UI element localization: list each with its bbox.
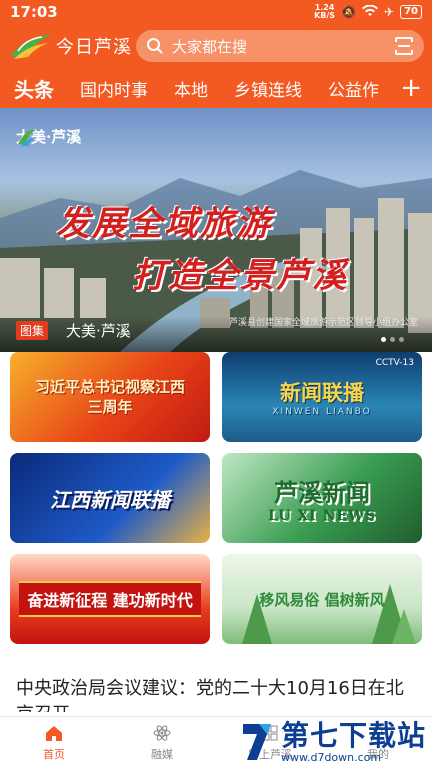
card-xi-visit-jiangxi[interactable]: 习近平总书记视察江西三周年 [10,352,210,442]
banner-headline-1: 发展全域旅游 [56,204,272,244]
logo-leaf-icon [10,35,52,59]
airplane-icon: ✈ [384,5,395,19]
banner-title: 大美·芦溪 [66,322,131,340]
carousel-dot[interactable] [390,337,395,342]
mute-icon: 🔕 [341,5,357,19]
status-time: 17:03 [10,3,58,21]
card-title: 奋进新征程 建功新时代 [19,581,201,617]
tab-charity[interactable]: 公益作 [328,76,379,101]
hero-banner[interactable]: 大美·芦溪 发展全域旅游 打造全景芦溪 芦溪县创建国家全域旅游示范区领导小组办公… [0,108,432,352]
banner-headline-2: 打造全景芦溪 [132,256,348,296]
card-title: 新闻联播 XINWEN LIANBO [272,377,371,417]
news-headline[interactable]: 中央政治局会议建议：党的二十大10月16日在北京召开 [16,676,416,712]
search-placeholder: 大家都在搜 [172,37,248,56]
card-title: 习近平总书记视察江西三周年 [35,378,186,416]
watermark-text: 第七下载站 www.d7down.com [280,718,426,764]
card-title: 移风易俗 倡树新风 [259,590,385,609]
watermark-name: 第七下载站 [280,718,426,752]
tab-township[interactable]: 乡镇连线 [234,76,302,101]
feature-cards-grid: 习近平总书记视察江西三周年 CCTV-13 新闻联播 XINWEN LIANBO… [10,352,422,644]
scan-icon[interactable] [394,36,414,56]
home-icon [46,726,62,741]
carousel-dots [381,337,404,342]
card-customs-reform[interactable]: 移风易俗 倡树新风 [222,554,422,644]
banner-caption: 芦溪县创建国家全域旅游示范区领导小组办公室 [228,318,418,328]
app-header: 今日芦溪 大家都在搜 [0,24,432,68]
card-subtitle: XINWEN LIANBO [272,407,372,417]
banner-brand: 大美·芦溪 [16,126,81,147]
watermark-logo-icon [242,724,271,760]
channel-tabs: 头条 国内时事 本地 乡镇连线 公益作 + [0,68,432,108]
card-title: 芦溪新闻 LU XI NEWS [268,473,376,524]
search-input[interactable]: 大家都在搜 [136,30,424,62]
nav-home[interactable]: 首页 [0,717,108,768]
card-title-text: 新闻联播 [279,380,364,405]
search-icon [147,38,163,54]
card-subtitle: LU XI NEWS [268,507,376,524]
battery-icon: 70 [400,5,422,19]
tab-headline[interactable]: 头条 [14,74,54,103]
card-title: 江西新闻联播 [50,487,170,512]
net-speed: 1.24 KB/S [314,3,336,20]
card-new-journey[interactable]: 奋进新征程 建功新时代 [10,554,210,644]
add-channel-icon[interactable]: + [394,74,422,102]
atom-icon [153,725,171,741]
carousel-dot[interactable] [381,337,386,342]
nav-media[interactable]: 融媒 [108,717,216,768]
banner-tag: 图集 [16,321,49,340]
watermark-url: www.d7down.com [280,750,382,764]
card-title-text: 芦溪新闻 [274,477,370,507]
tab-domestic[interactable]: 国内时事 [80,76,148,101]
nav-label: 首页 [43,748,65,761]
cctv-logo: CCTV-13 [375,358,414,368]
app-name: 今日芦溪 [56,37,132,58]
card-luxi-news[interactable]: 芦溪新闻 LU XI NEWS [222,453,422,543]
tab-local[interactable]: 本地 [174,76,208,101]
brand-mark-icon [18,129,36,146]
nav-label: 融媒 [151,748,173,761]
wifi-icon [362,4,379,20]
status-icons: 1.24 KB/S 🔕 ✈ 70 [314,4,422,20]
watermark: 第七下载站 www.d7down.com [237,720,426,764]
carousel-dot[interactable] [399,337,404,342]
app-logo: 今日芦溪 [8,28,136,64]
card-jiangxi-news[interactable]: 江西新闻联播 [10,453,210,543]
card-xinwen-lianbo[interactable]: CCTV-13 新闻联播 XINWEN LIANBO [222,352,422,442]
status-bar: 17:03 1.24 KB/S 🔕 ✈ 70 [0,0,432,24]
